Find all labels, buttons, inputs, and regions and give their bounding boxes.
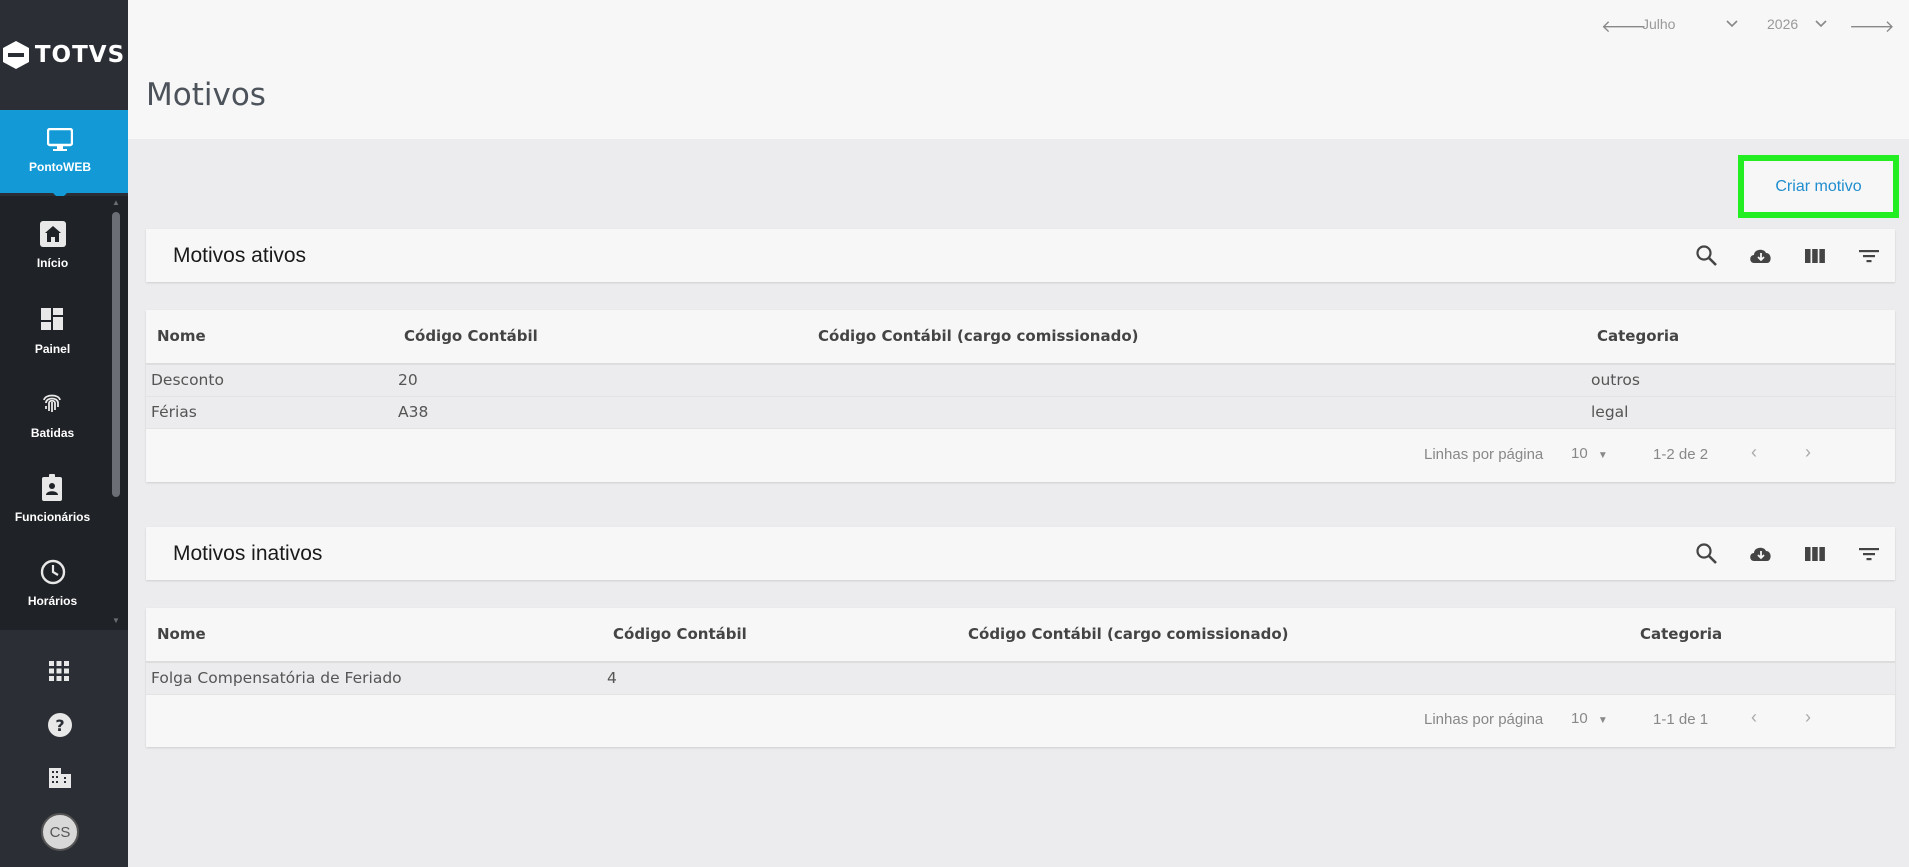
prev-page-icon[interactable]: ‹	[1751, 707, 1757, 728]
column-header-nome[interactable]: Nome	[157, 625, 206, 643]
table-header: Nome Código Contábil Código Contábil (ca…	[146, 310, 1895, 365]
active-card-header: Motivos ativos	[146, 229, 1895, 282]
sidebar-item-label: Batidas	[30, 426, 75, 440]
next-page-icon[interactable]: ›	[1805, 442, 1811, 463]
page-range: 1-2 de 2	[1653, 446, 1709, 463]
table-row[interactable]: Férias A38 legal	[146, 397, 1895, 429]
rows-per-page-label: Linhas por página	[1424, 446, 1544, 463]
year-value: 2026	[1767, 16, 1799, 32]
building-icon[interactable]	[47, 766, 73, 790]
cloud-download-icon[interactable]	[1748, 243, 1774, 269]
rows-per-page-label: Linhas por página	[1424, 711, 1544, 728]
logo-text: TOTVS	[34, 42, 126, 68]
scroll-up-arrow[interactable]: ▲	[112, 198, 120, 207]
sidebar-item-funcionarios[interactable]: Funcionários	[0, 474, 105, 558]
cell-categoria: legal	[1591, 403, 1629, 421]
month-select[interactable]: Julho	[1642, 16, 1742, 40]
sidebar-item-batidas[interactable]: Batidas	[0, 390, 105, 474]
caret-down-icon: ▼	[1597, 715, 1608, 726]
help-icon[interactable]: ?	[47, 712, 73, 738]
table-row[interactable]: Desconto 20 outros	[146, 365, 1895, 397]
rows-per-page-value: 10	[1571, 710, 1588, 727]
chevron-down-icon	[1815, 20, 1827, 28]
scroll-down-arrow[interactable]: ▼	[112, 616, 120, 625]
cell-nome: Folga Compensatória de Feriado	[151, 669, 402, 687]
app-label: PontoWEB	[29, 160, 91, 174]
column-header-nome[interactable]: Nome	[157, 327, 206, 345]
sidebar-item-label: Painel	[34, 342, 71, 356]
rows-per-page-select[interactable]: 10 ▼	[1571, 710, 1608, 727]
apps-grid-icon[interactable]	[47, 659, 71, 683]
column-header-codigo[interactable]: Código Contábil	[404, 327, 538, 345]
column-header-codigo-cargo[interactable]: Código Contábil (cargo comissionado)	[818, 327, 1139, 345]
badge-icon	[42, 474, 62, 501]
search-icon[interactable]	[1694, 541, 1720, 567]
next-page-icon[interactable]: ›	[1805, 707, 1811, 728]
logo-hex-icon	[2, 41, 29, 69]
sidebar-item-label: Início	[36, 256, 69, 270]
cloud-download-icon[interactable]	[1748, 541, 1774, 567]
inactive-card-header: Motivos inativos	[146, 527, 1895, 580]
columns-icon[interactable]	[1802, 541, 1828, 567]
cell-codigo: 4	[607, 669, 617, 687]
prev-page-icon[interactable]: ‹	[1751, 442, 1757, 463]
sidebar-item-horarios[interactable]: Horários	[0, 558, 105, 642]
search-icon[interactable]	[1694, 243, 1720, 269]
active-table: Nome Código Contábil Código Contábil (ca…	[146, 310, 1895, 482]
totvs-logo[interactable]: TOTVS	[0, 0, 128, 110]
app-pontoweb[interactable]: PontoWEB	[0, 110, 128, 200]
table-header: Nome Código Contábil Código Contábil (ca…	[146, 608, 1895, 663]
page-title: Motivos	[146, 77, 266, 113]
pagination: Linhas por página 10 ▼ 1-2 de 2 ‹ ›	[146, 428, 1895, 482]
caret-down-icon: ▼	[1597, 450, 1608, 461]
cell-codigo: A38	[398, 403, 429, 421]
create-motivo-button[interactable]: Criar motivo	[1738, 155, 1899, 218]
page-range: 1-1 de 1	[1653, 711, 1709, 728]
svg-text:?: ?	[55, 716, 64, 735]
columns-icon[interactable]	[1802, 243, 1828, 269]
next-month-icon[interactable]: 🡒	[1849, 17, 1895, 37]
sidebar: TOTVS PontoWEB Início Painel Batidas Fun…	[0, 0, 128, 867]
cell-nome: Desconto	[151, 371, 224, 389]
filter-icon[interactable]	[1856, 541, 1882, 567]
column-header-codigo[interactable]: Código Contábil	[613, 625, 747, 643]
inactive-card-title: Motivos inativos	[173, 542, 323, 565]
filter-icon[interactable]	[1856, 243, 1882, 269]
sidebar-item-label: Horários	[27, 594, 78, 608]
sidebar-nav: Início Painel Batidas Funcionários Horár…	[0, 196, 128, 630]
monitor-icon	[47, 128, 73, 151]
column-header-categoria[interactable]: Categoria	[1640, 625, 1722, 643]
sidebar-item-label: Funcionários	[14, 510, 91, 524]
cell-categoria: outros	[1591, 371, 1640, 389]
sidebar-scrollbar[interactable]	[112, 212, 120, 497]
sidebar-item-inicio[interactable]: Início	[0, 220, 105, 304]
prev-month-icon[interactable]: 🡐	[1601, 17, 1647, 37]
inactive-table: Nome Código Contábil Código Contábil (ca…	[146, 608, 1895, 747]
month-value: Julho	[1642, 16, 1676, 32]
cell-codigo: 20	[398, 371, 418, 389]
column-header-codigo-cargo[interactable]: Código Contábil (cargo comissionado)	[968, 625, 1289, 643]
chevron-down-icon	[1726, 20, 1738, 28]
active-card-title: Motivos ativos	[173, 244, 307, 267]
sidebar-item-painel[interactable]: Painel	[0, 306, 105, 390]
table-row[interactable]: Folga Compensatória de Feriado 4	[146, 663, 1895, 695]
rows-per-page-value: 10	[1571, 445, 1588, 462]
column-header-categoria[interactable]: Categoria	[1597, 327, 1679, 345]
pagination: Linhas por página 10 ▼ 1-1 de 1 ‹ ›	[146, 693, 1895, 747]
clock-icon	[40, 559, 66, 585]
avatar[interactable]: CS	[41, 813, 79, 851]
year-select[interactable]: 2026	[1767, 16, 1827, 40]
fingerprint-icon	[43, 394, 61, 412]
home-icon	[40, 221, 66, 247]
cell-nome: Férias	[151, 403, 197, 421]
rows-per-page-select[interactable]: 10 ▼	[1571, 445, 1608, 462]
dashboard-icon	[41, 308, 63, 330]
